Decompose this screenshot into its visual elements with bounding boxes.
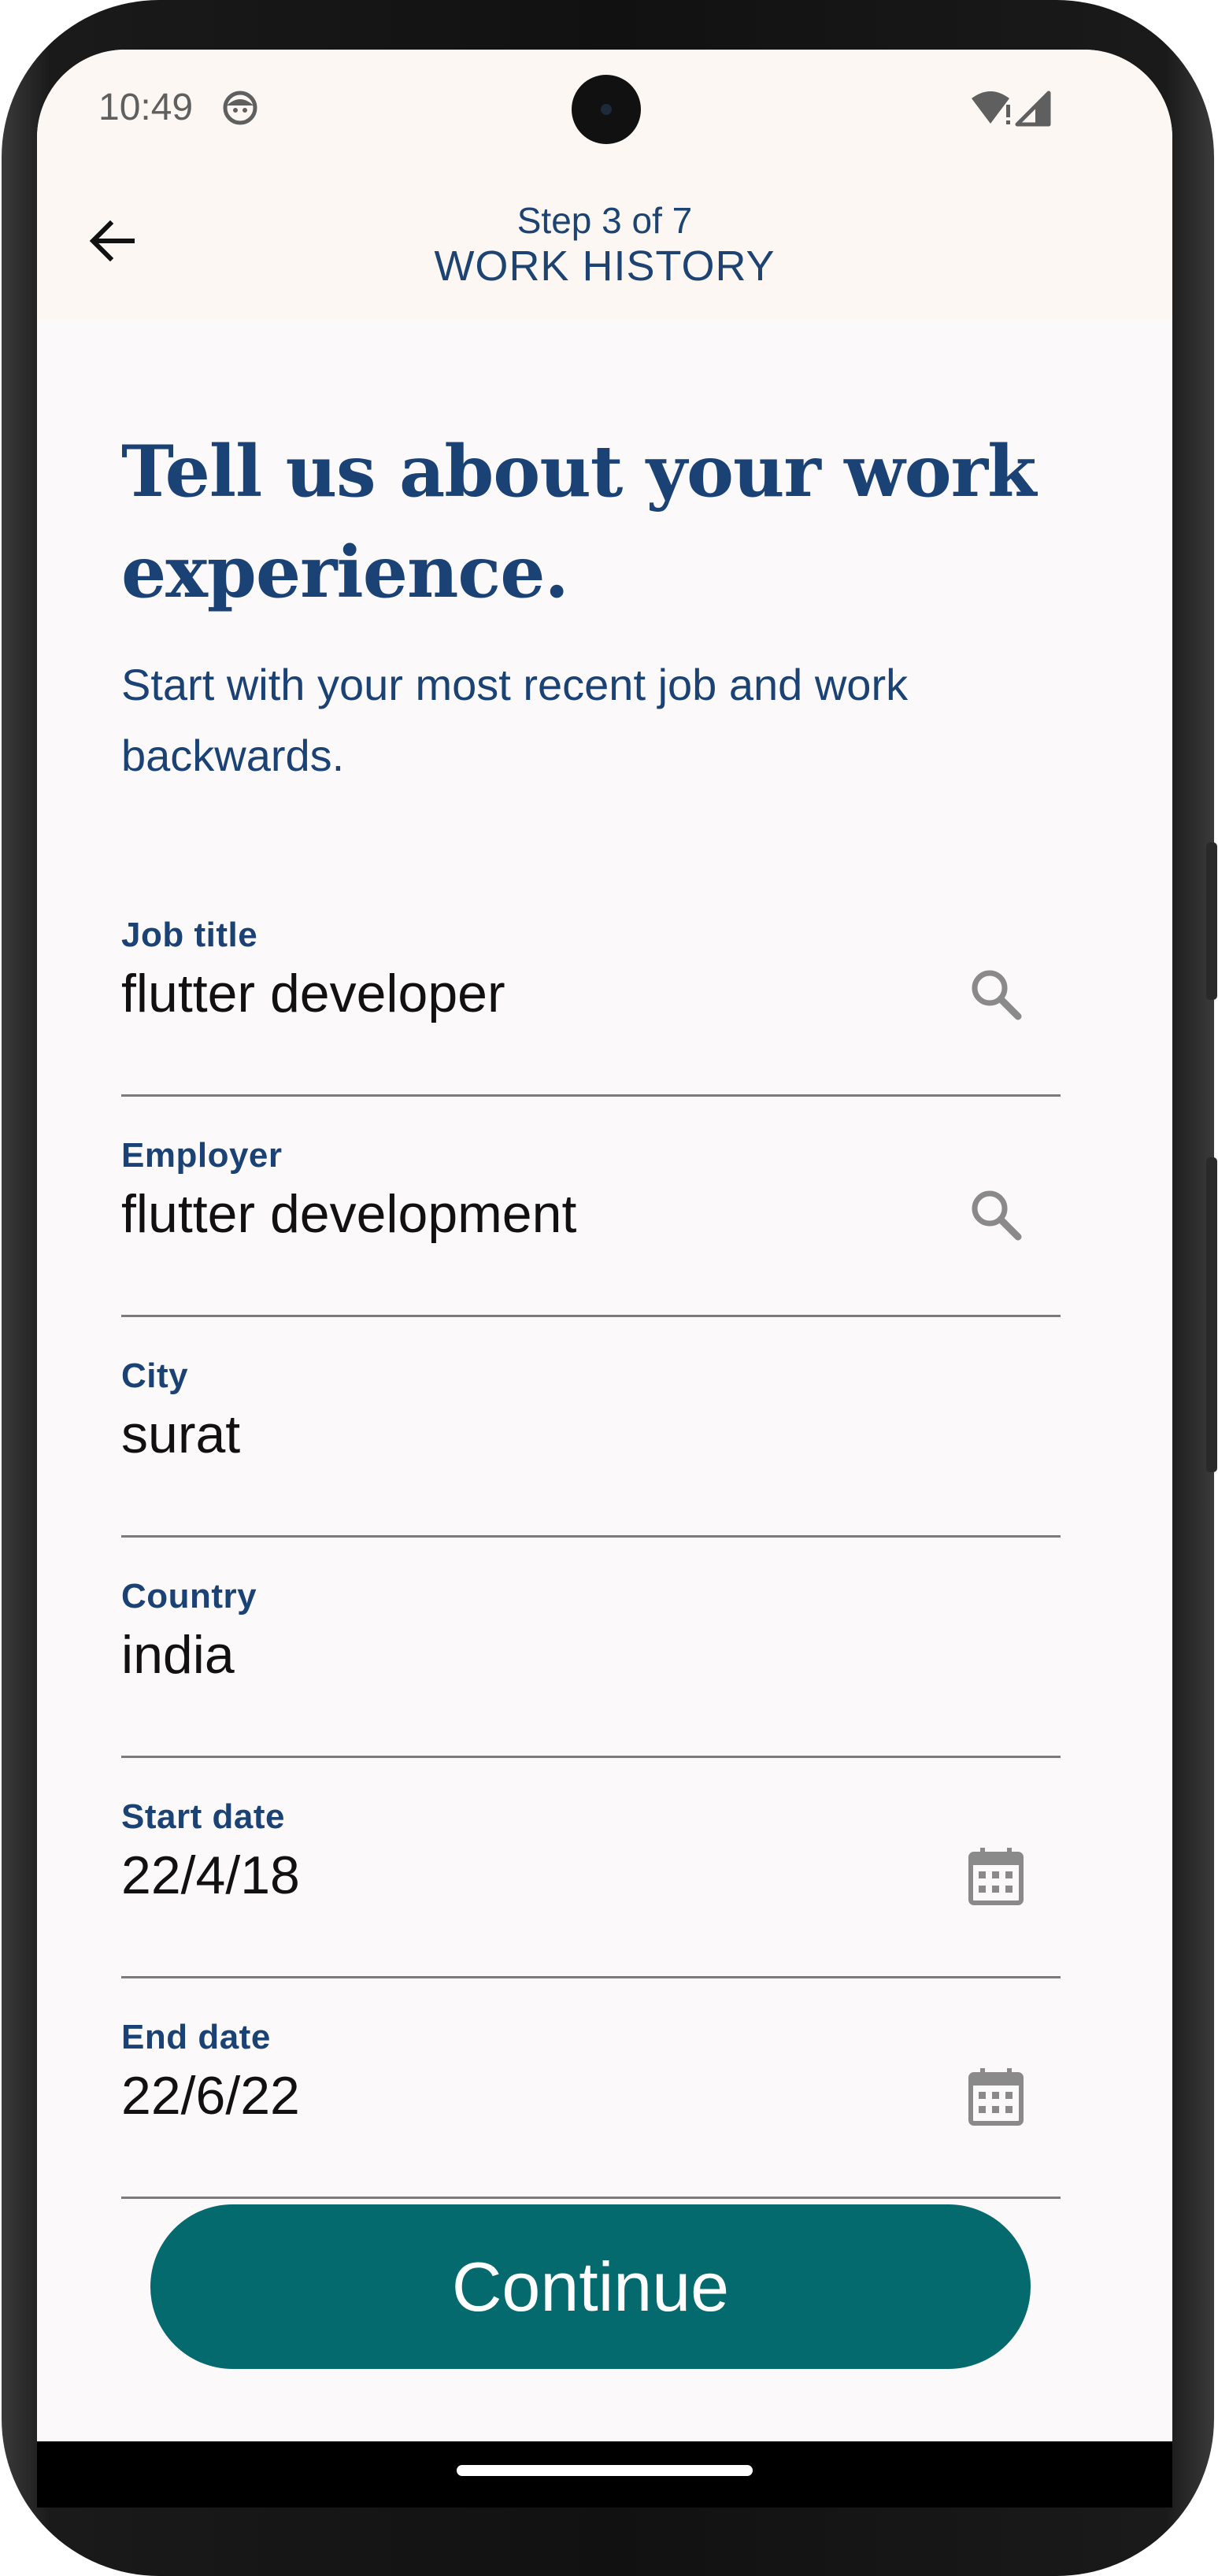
job-title-input[interactable] — [121, 963, 909, 1024]
job-title-label: Job title — [121, 916, 258, 954]
section-title: WORK HISTORY — [434, 242, 776, 290]
country-field: Country — [121, 1577, 1061, 1758]
power-button — [1206, 1157, 1217, 1472]
cellular-signal-icon — [1013, 89, 1053, 132]
country-label: Country — [121, 1577, 257, 1616]
employer-input[interactable] — [121, 1183, 909, 1245]
job-title-field: Job title — [121, 916, 1061, 1097]
calendar-icon[interactable] — [964, 1845, 1027, 1908]
continue-button[interactable]: Continue — [150, 2204, 1031, 2369]
calendar-icon[interactable] — [964, 2065, 1027, 2128]
notification-face-icon — [220, 88, 260, 131]
employer-label: Employer — [121, 1136, 283, 1175]
start-date-label: Start date — [121, 1797, 285, 1836]
city-label: City — [121, 1356, 189, 1395]
employer-field: Employer — [121, 1136, 1061, 1317]
volume-button — [1206, 842, 1217, 1000]
page-subtitle: Start with your most recent job and work… — [121, 660, 909, 780]
status-bar: 10:49 — [37, 50, 1172, 161]
end-date-label: End date — [121, 2018, 271, 2056]
start-date-input[interactable] — [121, 1845, 909, 1906]
app-screen: 10:49 Step 3 of 7 WORK HISTORY Tell us a… — [37, 50, 1172, 2508]
end-date-input[interactable] — [121, 2065, 909, 2126]
home-indicator[interactable] — [457, 2465, 753, 2476]
front-camera — [572, 75, 641, 144]
system-nav-bar — [37, 2441, 1172, 2508]
end-date-field: End date — [121, 2018, 1061, 2199]
page-heading: Tell us about your work experience. — [121, 430, 1036, 614]
city-input[interactable] — [121, 1404, 909, 1465]
status-time: 10:49 — [98, 87, 194, 128]
search-icon[interactable] — [964, 1183, 1027, 1246]
country-input[interactable] — [121, 1624, 909, 1686]
step-indicator: Step 3 of 7 — [516, 200, 693, 241]
app-header: Step 3 of 7 WORK HISTORY — [37, 161, 1172, 319]
start-date-field: Start date — [121, 1797, 1061, 1978]
city-field: City — [121, 1356, 1061, 1538]
search-icon[interactable] — [964, 963, 1027, 1026]
wifi-alert-icon — [970, 89, 1014, 132]
